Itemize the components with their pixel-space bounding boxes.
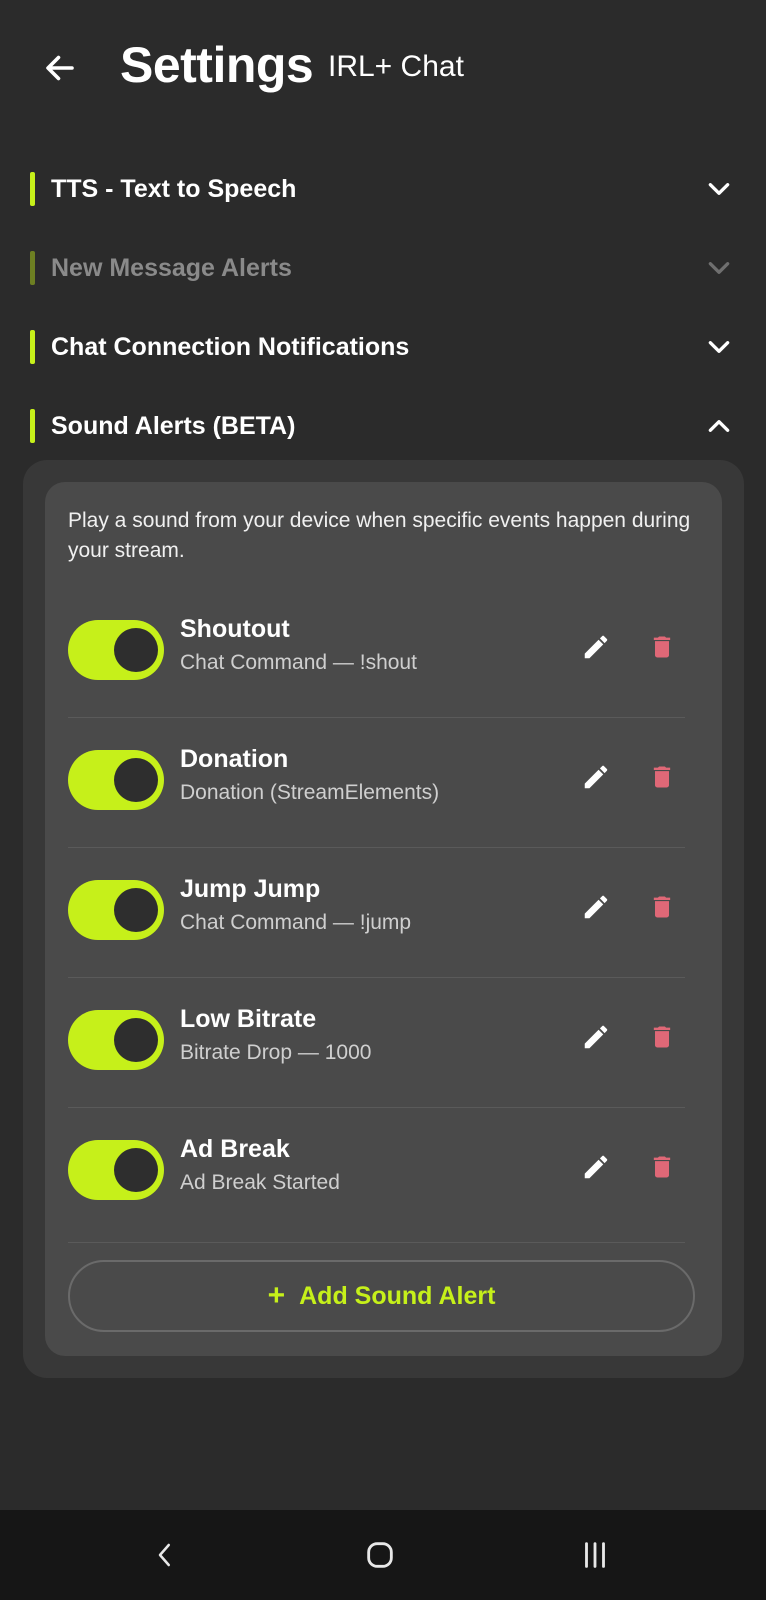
trash-icon [653, 1026, 671, 1048]
sound-alert-toggle[interactable] [68, 620, 164, 680]
sound-alert-name: Donation [180, 745, 289, 773]
section-tts[interactable]: TTS - Text to Speech [30, 165, 736, 213]
sound-alert-row: Jump Jump Chat Command — !jump [68, 847, 685, 978]
page-title: Settings [120, 37, 314, 93]
arrow-left-icon [46, 55, 74, 81]
sound-alert-row: Ad Break Ad Break Started [68, 1107, 685, 1243]
system-nav-bar [0, 1510, 766, 1600]
sound-alerts-description: Play a sound from your device when speci… [68, 509, 691, 562]
section-chat-connection-notifications[interactable]: Chat Connection Notifications [30, 323, 736, 371]
toggle-knob [114, 1018, 158, 1062]
pencil-icon [584, 765, 608, 789]
pencil-icon [584, 1025, 608, 1049]
toggle-knob [114, 888, 158, 932]
section-accent-bar [30, 409, 35, 443]
section-label: New Message Alerts [51, 253, 292, 282]
back-button[interactable] [40, 48, 80, 88]
section-label: TTS - Text to Speech [51, 174, 297, 203]
chevron-down-icon [702, 172, 736, 206]
edit-button[interactable] [578, 889, 614, 925]
nav-back-icon [158, 1543, 170, 1567]
add-sound-alert-button[interactable]: + Add Sound Alert [68, 1260, 695, 1332]
nav-home-button[interactable] [355, 1530, 405, 1580]
chevron-down-icon [702, 330, 736, 364]
edit-button[interactable] [578, 1149, 614, 1185]
sound-alert-row: Donation Donation (StreamElements) [68, 717, 685, 848]
pencil-icon [584, 635, 608, 659]
add-sound-alert-label: Add Sound Alert [299, 1281, 496, 1310]
section-label: Sound Alerts (BETA) [51, 411, 296, 440]
sound-alerts-panel: Play a sound from your device when speci… [23, 460, 744, 1378]
sound-alert-detail: Chat Command — !shout [180, 651, 417, 674]
sound-alert-toggle[interactable] [68, 750, 164, 810]
section-sound-alerts[interactable]: Sound Alerts (BETA) [30, 402, 736, 450]
trash-icon [653, 766, 671, 788]
pencil-icon [584, 895, 608, 919]
nav-recents-icon [585, 1542, 605, 1568]
sound-alert-toggle[interactable] [68, 880, 164, 940]
sound-alert-toggle[interactable] [68, 1010, 164, 1070]
nav-home-icon [367, 1542, 393, 1568]
section-accent-bar [30, 330, 35, 364]
edit-button[interactable] [578, 1019, 614, 1055]
sound-alert-name: Shoutout [180, 615, 290, 643]
sound-alert-name: Ad Break [180, 1135, 290, 1163]
delete-button[interactable] [644, 1149, 680, 1185]
page-subtitle: IRL+ Chat [328, 50, 464, 83]
section-accent-bar [30, 251, 35, 285]
section-new-message-alerts[interactable]: New Message Alerts [30, 244, 736, 292]
edit-button[interactable] [578, 759, 614, 795]
sound-alerts-card: Play a sound from your device when speci… [45, 482, 722, 1356]
section-label: Chat Connection Notifications [51, 332, 410, 361]
sound-alert-toggle[interactable] [68, 1140, 164, 1200]
sound-alert-detail: Bitrate Drop — 1000 [180, 1041, 372, 1064]
delete-button[interactable] [644, 759, 680, 795]
sound-alert-name: Low Bitrate [180, 1005, 317, 1033]
trash-icon [653, 896, 671, 918]
sound-alert-name: Jump Jump [180, 875, 321, 903]
toggle-knob [114, 628, 158, 672]
trash-icon [653, 636, 671, 658]
app-header: Settings IRL+ Chat [0, 0, 766, 140]
toggle-knob [114, 1148, 158, 1192]
plus-icon: + [267, 1279, 286, 1312]
sound-alert-detail: Chat Command — !jump [180, 911, 412, 934]
sound-alert-detail: Donation (StreamElements) [180, 781, 440, 804]
chevron-down-icon [702, 251, 736, 285]
toggle-knob [114, 758, 158, 802]
delete-button[interactable] [644, 1019, 680, 1055]
delete-button[interactable] [644, 889, 680, 925]
delete-button[interactable] [644, 629, 680, 665]
edit-button[interactable] [578, 629, 614, 665]
chevron-up-icon [702, 409, 736, 443]
sound-alert-row: Low Bitrate Bitrate Drop — 1000 [68, 977, 685, 1108]
section-accent-bar [30, 172, 35, 206]
nav-recents-button[interactable] [570, 1530, 620, 1580]
trash-icon [653, 1156, 671, 1178]
nav-back-button[interactable] [140, 1530, 190, 1580]
sound-alert-row: Shoutout Chat Command — !shout [68, 587, 685, 718]
pencil-icon [584, 1155, 608, 1179]
sound-alert-detail: Ad Break Started [180, 1171, 340, 1194]
